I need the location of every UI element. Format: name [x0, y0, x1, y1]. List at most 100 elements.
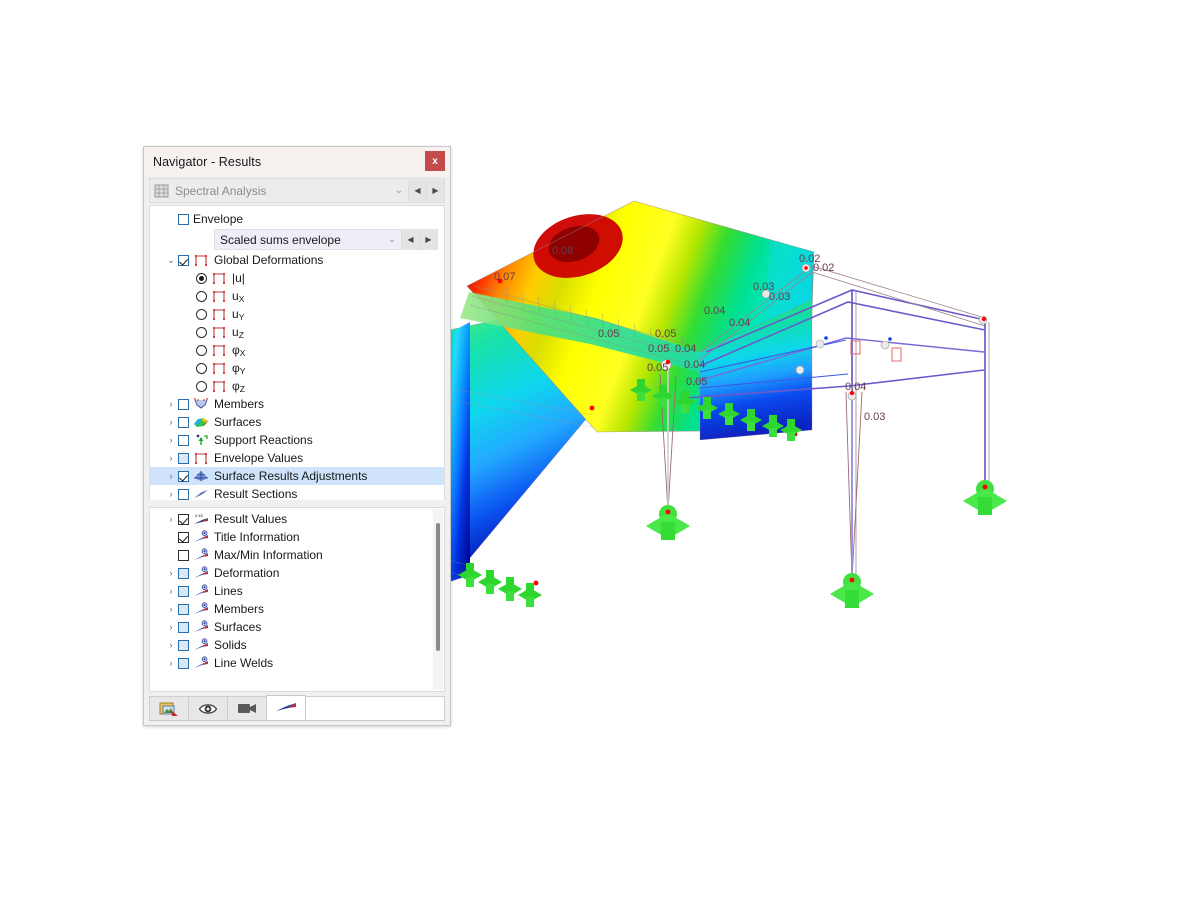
value-label: 0.05	[648, 343, 669, 355]
tree-item-support-reactions[interactable]: › Support Reactions	[150, 431, 444, 449]
value-label: 0.05	[647, 362, 668, 374]
tree-item-label: φY	[232, 361, 246, 376]
expander-icon[interactable]: ›	[164, 417, 178, 427]
checkbox[interactable]	[178, 513, 189, 525]
tree-item-[interactable]: › φZ	[150, 377, 444, 395]
expander-icon[interactable]: ›	[164, 453, 178, 463]
expander-icon[interactable]: ›	[164, 471, 178, 481]
checkbox[interactable]	[178, 567, 189, 579]
analysis-next-button[interactable]: ▶	[426, 180, 444, 201]
navigator-results-panel[interactable]: Navigator - Results x Spectral Analysis …	[143, 146, 451, 726]
envelope-prev-button[interactable]: ◀	[401, 229, 419, 250]
tree-item-u[interactable]: › uZ	[150, 323, 444, 341]
expander-icon[interactable]: ›	[164, 435, 178, 445]
label-icon	[194, 656, 208, 668]
tree-item-envelope[interactable]: › Envelope	[150, 210, 444, 228]
tree-item-solids[interactable]: › Solids	[150, 636, 444, 654]
radio-uX[interactable]	[196, 290, 207, 302]
tree-item-members[interactable]: › Members	[150, 600, 444, 618]
tree-item-surfaces[interactable]: › Surfaces	[150, 618, 444, 636]
tree-item-result-sections[interactable]: › Result Sections	[150, 485, 444, 500]
checkbox[interactable]	[178, 470, 189, 482]
expander-icon[interactable]: ›	[164, 514, 178, 524]
grid-icon	[154, 184, 169, 197]
expander-icon[interactable]: ›	[164, 489, 178, 499]
expander-placeholder: ›	[164, 550, 178, 560]
radio-u[interactable]	[196, 272, 207, 284]
radio-uY[interactable]	[196, 308, 207, 320]
envelope-frame-icon	[212, 290, 226, 303]
envelope-type-select[interactable]: Scaled sums envelope ⌄ ◀ ▶	[214, 229, 438, 250]
tree-item-u[interactable]: › |u|	[150, 269, 444, 287]
tree-item-surfaces[interactable]: › Surfaces	[150, 413, 444, 431]
scrollbar-thumb[interactable]	[436, 523, 440, 651]
tree-item-envelope-values[interactable]: › Envelope Values	[150, 449, 444, 467]
tree-item-u[interactable]: › uX	[150, 287, 444, 305]
checkbox[interactable]	[178, 549, 189, 561]
views-navigator-tab[interactable]	[227, 696, 267, 720]
expander-icon[interactable]: ›	[164, 568, 178, 578]
checkbox[interactable]	[178, 254, 189, 266]
checkbox[interactable]	[178, 531, 189, 543]
expander-icon[interactable]: ⌄	[164, 255, 178, 266]
chevron-down-icon[interactable]: ⌄	[390, 185, 408, 196]
radio-uZ[interactable]	[196, 326, 207, 338]
envelope-type-value: Scaled sums envelope	[220, 232, 341, 247]
tree-item-[interactable]: › φX	[150, 341, 444, 359]
checkbox[interactable]	[178, 621, 189, 633]
results-tree-top[interactable]: › Envelope Scaled sums envelope ⌄ ◀ ▶ ⌄ G…	[149, 205, 445, 500]
page-title: Navigator - Results	[153, 154, 262, 169]
tree-item-[interactable]: › φY	[150, 359, 444, 377]
radio-X[interactable]	[196, 344, 207, 356]
checkbox[interactable]	[178, 657, 189, 669]
tree-splitter[interactable]	[149, 500, 445, 507]
checkbox[interactable]	[178, 603, 189, 615]
tree-item-label: Envelope Values	[214, 451, 304, 465]
analysis-select[interactable]: Spectral Analysis ⌄ ◀ ▶	[149, 178, 445, 203]
tree-item-label: uX	[232, 289, 245, 304]
radio-Y[interactable]	[196, 362, 207, 374]
tree-item-label: Members	[214, 397, 265, 411]
close-icon[interactable]: x	[425, 151, 445, 171]
tree-item-deformation[interactable]: › Deformation	[150, 564, 444, 582]
tree-item-label: φZ	[232, 379, 245, 394]
tree-item-global-deformations[interactable]: ⌄ Global Deformations	[150, 251, 444, 269]
tree-item-label: Lines	[214, 584, 243, 598]
results-navigator-tab[interactable]	[266, 695, 306, 720]
tab-filler	[304, 696, 445, 720]
value-label: 0.02	[813, 262, 834, 274]
tree-item-members[interactable]: › Members	[150, 395, 444, 413]
expander-icon[interactable]: ›	[164, 622, 178, 632]
tree-item-line-welds[interactable]: › Line Welds	[150, 654, 444, 672]
checkbox[interactable]	[178, 434, 189, 446]
panel-title-bar[interactable]: Navigator - Results x	[144, 147, 450, 176]
tree-item-label: Surface Results Adjustments	[214, 469, 368, 483]
analysis-prev-button[interactable]: ◀	[408, 180, 426, 201]
expander-icon[interactable]: ›	[164, 586, 178, 596]
tree-item-title-information[interactable]: › Title Information	[150, 528, 444, 546]
results-tree-bottom[interactable]: › x.xx Result Values › Title Information › Max…	[149, 507, 445, 692]
tree-item-result-values[interactable]: › x.xx Result Values	[150, 510, 444, 528]
expander-icon[interactable]: ›	[164, 658, 178, 668]
expander-icon[interactable]: ›	[164, 604, 178, 614]
checkbox[interactable]	[178, 416, 189, 428]
envelope-checkbox[interactable]	[178, 213, 189, 225]
checkbox[interactable]	[178, 488, 189, 500]
tree-scrollbar[interactable]	[433, 509, 443, 690]
expander-icon[interactable]: ›	[164, 399, 178, 409]
tree-item-surface-results-adjustments[interactable]: › Surface Results Adjustments	[150, 467, 444, 485]
envelope-next-button[interactable]: ▶	[419, 229, 437, 250]
checkbox[interactable]	[178, 452, 189, 464]
navigator-tabs[interactable]	[149, 695, 445, 721]
checkbox[interactable]	[178, 398, 189, 410]
checkbox[interactable]	[178, 585, 189, 597]
tree-item-max-min-information[interactable]: › Max/Min Information	[150, 546, 444, 564]
tree-item-u[interactable]: › uY	[150, 305, 444, 323]
checkbox[interactable]	[178, 639, 189, 651]
chevron-down-icon[interactable]: ⌄	[383, 234, 401, 245]
tree-item-lines[interactable]: › Lines	[150, 582, 444, 600]
display-navigator-tab[interactable]	[188, 696, 228, 720]
project-navigator-tab[interactable]	[149, 696, 189, 720]
radio-Z[interactable]	[196, 380, 207, 392]
expander-icon[interactable]: ›	[164, 640, 178, 650]
